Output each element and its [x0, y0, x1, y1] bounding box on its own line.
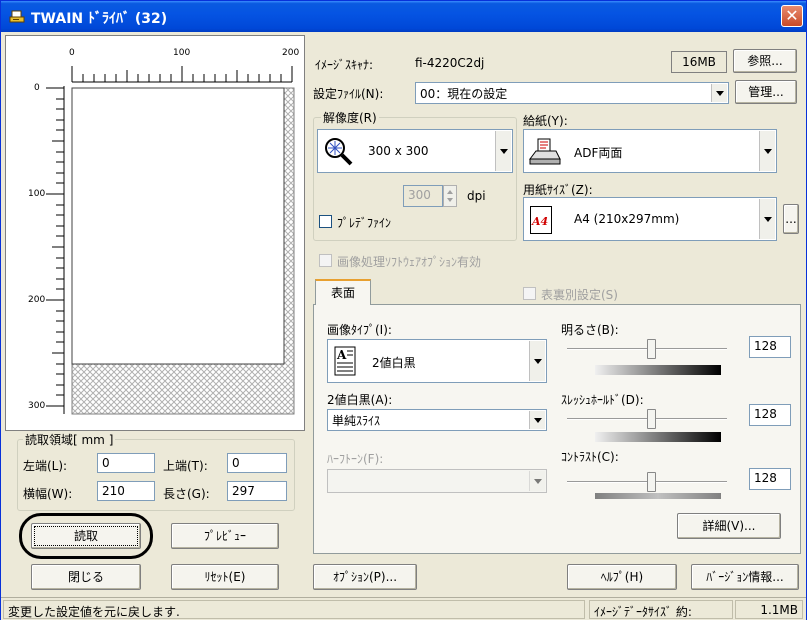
- memory-indicator: 16MB: [671, 51, 727, 73]
- ruler-top-label-100: 100: [173, 48, 191, 58]
- threshold-value-input[interactable]: 128: [749, 404, 791, 426]
- feed-select[interactable]: ADF両面: [523, 129, 777, 173]
- image-processing-label: 画像処理ｿﾌﾄｳｪｱｵﾌﾟｼｮﾝ有効: [337, 255, 482, 269]
- svg-text:A: A: [336, 348, 347, 362]
- status-bar: 変更した設定値を元に戻します. ｲﾒｰｼﾞﾃﾞｰﾀｻｲｽﾞ 約: 1.1MB: [1, 597, 806, 620]
- brightness-gradient-bar: [595, 365, 721, 375]
- tab-front-side-label: 表面: [330, 286, 355, 300]
- ruler-top-label-200: 200: [282, 48, 300, 58]
- feed-value: ADF両面: [574, 146, 623, 160]
- settings-file-label: 設定ﾌｧｲﾙ(N):: [313, 87, 384, 101]
- brightness-slider-thumb[interactable]: [646, 339, 656, 359]
- custom-resolution-input[interactable]: 300: [403, 185, 443, 207]
- image-type-value: 2値白黒: [372, 356, 416, 370]
- reset-button[interactable]: ﾘｾｯﾄ(E): [171, 564, 279, 590]
- ruler-left-label-200: 200: [28, 295, 46, 305]
- preview-panel: 0 100 200 0 100 200 300: [5, 35, 305, 431]
- halftone-label: ﾊｰﾌﾄｰﾝ(F):: [327, 452, 384, 466]
- region-left-label: 左端(L):: [23, 459, 68, 473]
- scanner-label: ｲﾒｰｼﾞｽｷｬﾅ:: [315, 58, 374, 72]
- paper-size-value: A4 (210x297mm): [574, 212, 680, 226]
- duplex-settings-checkbox[interactable]: [523, 287, 536, 300]
- close-window-button[interactable]: ✕: [781, 5, 803, 27]
- feed-label: 給紙(Y):: [523, 114, 568, 128]
- resolution-value: 300 x 300: [368, 144, 429, 158]
- region-height-label: 長さ(G):: [163, 487, 210, 501]
- duplex-feeder-icon: [529, 138, 561, 165]
- image-processing-checkbox[interactable]: [319, 254, 332, 267]
- predefine-checkbox[interactable]: [319, 215, 332, 228]
- spin-arrows-icon: [447, 190, 453, 202]
- scan-button[interactable]: 読取: [31, 523, 141, 549]
- resolution-label: 解像度(R): [321, 109, 379, 126]
- region-width-label: 横幅(W):: [23, 487, 73, 501]
- twain-dialog: TWAIN ﾄﾞﾗｲﾊﾞ (32) ✕ 0 100 200 0 100 200 …: [0, 0, 807, 620]
- magnifier-icon: [325, 138, 353, 166]
- threshold-slider-thumb[interactable]: [646, 409, 656, 429]
- image-type-select[interactable]: A 2値白黒: [327, 339, 547, 383]
- predefine-label: ﾌﾟﾚﾃﾞﾌｧｲﾝ: [337, 216, 392, 230]
- contrast-label: ｺﾝﾄﾗｽﾄ(C):: [561, 450, 619, 464]
- resolution-select[interactable]: 300 x 300: [317, 129, 513, 173]
- paper-size-select[interactable]: A4 A4 (210x297mm): [523, 197, 777, 241]
- resolution-spinner[interactable]: [443, 185, 457, 207]
- status-message: 変更した設定値を元に戻します.: [3, 600, 585, 619]
- preview-button[interactable]: ﾌﾟﾚﾋﾞｭｰ: [171, 523, 279, 549]
- title-bar[interactable]: TWAIN ﾄﾞﾗｲﾊﾞ (32) ✕: [1, 1, 806, 32]
- window-title: TWAIN ﾄﾞﾗｲﾊﾞ (32): [31, 11, 168, 27]
- browse-scanner-button[interactable]: 参照...: [733, 49, 797, 73]
- a4-paper-icon: A4: [530, 206, 552, 234]
- manage-settings-button[interactable]: 管理...: [735, 80, 797, 104]
- brightness-value-input[interactable]: 128: [749, 336, 791, 358]
- dpi-unit-label: dpi: [467, 189, 486, 203]
- chevron-down-icon[interactable]: [529, 471, 545, 491]
- chevron-down-icon[interactable]: [759, 131, 775, 171]
- chevron-down-icon[interactable]: [529, 411, 545, 429]
- settings-file-select[interactable]: 00：現在の設定: [415, 82, 729, 104]
- ruler-left-label-300: 300: [28, 401, 46, 411]
- chevron-down-icon[interactable]: [759, 199, 775, 239]
- ruler-top-label-0: 0: [69, 48, 75, 58]
- brightness-label: 明るさ(B):: [561, 323, 619, 337]
- contrast-value-input[interactable]: 128: [749, 468, 791, 490]
- region-height-input[interactable]: 297: [227, 481, 287, 501]
- detail-button[interactable]: 詳細(V)...: [677, 513, 781, 539]
- threshold-label: ｽﾚｯｼｭﾎｰﾙﾄﾞ(D):: [561, 393, 644, 407]
- chevron-down-icon[interactable]: [495, 131, 511, 171]
- halftone-select[interactable]: [327, 469, 547, 493]
- bw-mode-select[interactable]: 単純ｽﾗｲｽ: [327, 409, 547, 431]
- bw-mode-value: 単純ｽﾗｲｽ: [332, 414, 381, 428]
- region-left-input[interactable]: 0: [97, 453, 155, 473]
- paper-size-label: 用紙ｻｲｽﾞ(Z):: [523, 183, 593, 197]
- bw-mode-label: 2値白黒(A):: [327, 393, 393, 407]
- image-type-label: 画像ﾀｲﾌﾟ(I):: [327, 323, 392, 337]
- contrast-gradient-bar: [595, 493, 721, 499]
- region-width-input[interactable]: 210: [97, 481, 155, 501]
- ruler-left-label-100: 100: [28, 189, 46, 199]
- version-info-button[interactable]: ﾊﾞｰｼﾞｮﾝ情報...: [691, 564, 799, 590]
- paper-size-more-button[interactable]: ...: [783, 204, 799, 234]
- a4-paper-icon-text: A4: [532, 215, 549, 228]
- scan-region-title: 読取領域[ mm ]: [23, 431, 116, 448]
- option-button[interactable]: ｵﾌﾟｼｮﾝ(P)...: [313, 564, 417, 590]
- tab-front-side[interactable]: 表面: [315, 279, 371, 305]
- chevron-down-icon[interactable]: [711, 84, 727, 102]
- settings-file-value: 00：現在の設定: [420, 87, 508, 101]
- help-button[interactable]: ﾍﾙﾌﾟ(H): [567, 564, 677, 590]
- region-top-label: 上端(T):: [163, 459, 208, 473]
- scanner-app-icon: [9, 10, 25, 23]
- threshold-gradient-bar: [595, 432, 721, 442]
- contrast-slider-thumb[interactable]: [646, 472, 656, 492]
- chevron-down-icon[interactable]: [529, 341, 545, 381]
- text-document-icon: A: [334, 346, 356, 376]
- image-data-size-label: ｲﾒｰｼﾞﾃﾞｰﾀｻｲｽﾞ 約:: [589, 600, 733, 619]
- ruler-left-label-0: 0: [34, 83, 40, 93]
- image-data-size-value: 1.1MB: [735, 600, 803, 619]
- scanner-model: fi-4220C2dj: [415, 56, 485, 70]
- close-button[interactable]: 閉じる: [31, 564, 141, 590]
- duplex-settings-label: 表裏別設定(S): [541, 288, 618, 302]
- region-top-input[interactable]: 0: [227, 453, 287, 473]
- ruler-and-page-svg: [46, 66, 295, 415]
